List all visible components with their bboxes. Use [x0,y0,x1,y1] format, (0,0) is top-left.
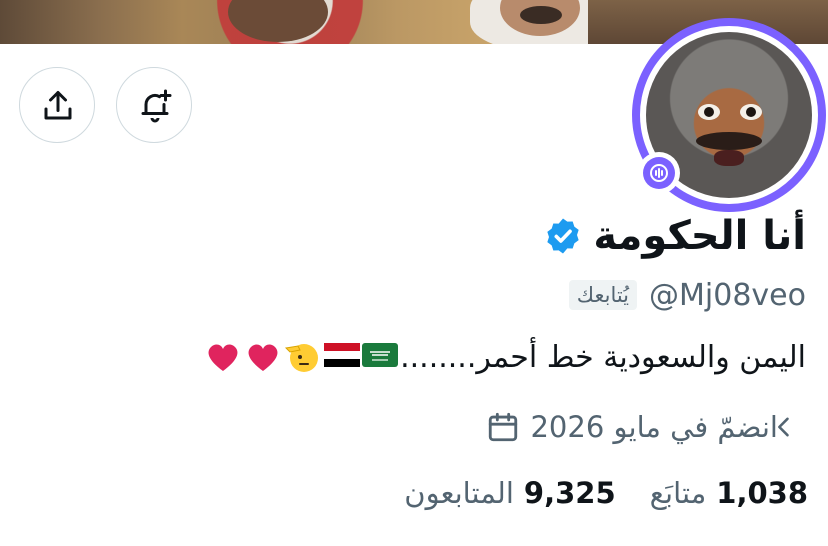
display-name: أنا الحكومة [593,213,806,259]
verified-badge-icon [547,218,580,254]
saluting-face-icon [285,344,319,372]
following-count[interactable]: 1,038 [716,476,808,510]
saudi-flag-icon [362,343,399,367]
banner-beard [520,6,562,24]
spaces-badge[interactable] [638,152,680,194]
followers-count[interactable]: 9,325 [524,476,616,510]
heart-icon [208,344,238,371]
follows-you-badge: يُتابعك [568,280,638,310]
yemen-flag-icon [324,343,361,367]
bell-plus-icon [141,89,172,123]
bio: اليمن والسعودية خط أحمر........ [204,338,806,376]
following-label[interactable]: متابَع [650,476,707,510]
handle-row: يُتابعك @Mj08veo [568,272,806,318]
joined-row: انضمّ في مايو 2026 [486,402,778,452]
name-row: أنا الحكومة [543,206,806,266]
bio-text: اليمن والسعودية خط أحمر........ [400,339,806,375]
followers-label[interactable]: المتابعون [404,476,514,510]
chevron-left-icon[interactable] [770,412,798,442]
notify-button[interactable] [116,67,192,143]
user-handle: @Mj08veo [649,277,806,313]
joined-date: انضمّ في مايو 2026 [530,410,778,444]
follow-stats: المتابعون 9,325 متابَع 1,038 [404,468,808,518]
share-icon [44,91,72,120]
spaces-icon [650,164,668,182]
calendar-icon [489,412,518,442]
share-button[interactable] [19,67,95,143]
heart-icon [248,344,278,371]
